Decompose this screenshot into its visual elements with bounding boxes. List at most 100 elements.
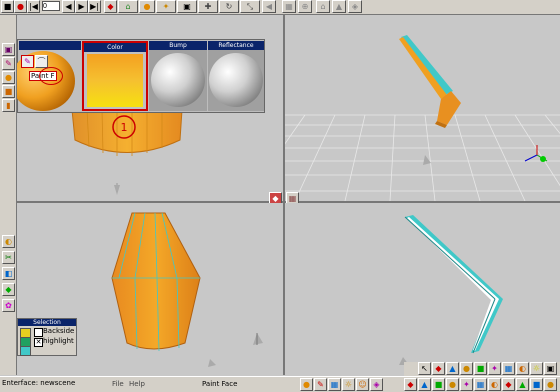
tool-sphere-icon[interactable]: ● — [2, 71, 15, 84]
eyedropper-icon[interactable]: ⌒ — [35, 55, 48, 68]
move-icon[interactable]: ✚ — [198, 0, 218, 13]
material-slot-color[interactable]: Color — [82, 41, 148, 111]
status-sphere-icon[interactable]: ● — [300, 378, 313, 391]
status-h-icon[interactable]: ◆ — [502, 378, 515, 391]
color-slot-title: Color — [84, 43, 146, 52]
render-icon[interactable]: ◆ — [104, 0, 117, 13]
fast-forward-icon[interactable]: ▶| — [88, 0, 101, 13]
material-slot-bump[interactable]: Bump — [149, 41, 207, 111]
status-b-icon[interactable]: ▲ — [418, 378, 431, 391]
forward-icon[interactable]: ▲ — [332, 0, 346, 13]
viewport-bottom-left[interactable]: Selection Backside ✕ highlight — [17, 203, 283, 375]
status-i-icon[interactable]: ▲ — [516, 378, 529, 391]
tool-b-icon[interactable]: ✂ — [2, 251, 15, 264]
paint-icon[interactable]: ● — [139, 0, 155, 13]
reflectance-slot-title: Reflectance — [208, 41, 264, 50]
tool-select-icon[interactable]: ▣ — [2, 43, 15, 56]
tool-cam-icon[interactable]: ▣ — [544, 362, 557, 375]
tool-cylinder-icon[interactable]: ▮ — [2, 99, 15, 112]
status-g-icon[interactable]: ◐ — [488, 378, 501, 391]
top-toolbar: ■ ● |◀ ◀ ▶ ▶| ◆ ⌂ ● ✦ ▣ ✚ ↻ ⤡ ◀ ▦ ⊕ ⌂ ▲ … — [0, 0, 560, 15]
material-title — [19, 41, 81, 50]
step-back-icon[interactable]: ◀ — [62, 0, 75, 13]
viewport-bottom-right[interactable] — [285, 203, 560, 375]
selection-panel: Selection Backside ✕ highlight — [17, 318, 77, 356]
material-slot-0[interactable]: ✎ ⌒ Paint F — [17, 41, 81, 111]
scale-icon[interactable]: ⤡ — [240, 0, 260, 13]
selection-swatch-teal[interactable] — [20, 346, 31, 356]
status-paint-icon[interactable]: ✎ — [314, 378, 327, 391]
rewind-icon[interactable]: |◀ — [27, 0, 40, 13]
menu-file[interactable]: File — [112, 380, 124, 388]
status-bar: Enterface: newscene File Help Paint Face… — [0, 376, 560, 392]
tool-a-icon[interactable]: ◐ — [2, 235, 15, 248]
viewport-top-right-canvas — [285, 35, 560, 201]
rotate-icon[interactable]: ↻ — [219, 0, 239, 13]
tool-group-icon[interactable]: ■ — [474, 362, 487, 375]
reflectance-sphere — [209, 53, 263, 107]
material-panel: ✎ ⌒ Paint F Color Bump Reflectance — [17, 39, 265, 113]
play-icon[interactable]: ▶ — [75, 0, 88, 13]
camera-marker-icon — [208, 359, 216, 367]
status-k-icon[interactable]: ● — [544, 378, 557, 391]
record-icon[interactable]: ● — [14, 0, 27, 13]
annotation-circle-small — [39, 67, 63, 85]
highlight-checkbox[interactable]: ✕ — [34, 338, 43, 347]
viewport-bottom-right-canvas — [399, 215, 503, 365]
object-icon[interactable]: ⌂ — [118, 0, 138, 13]
tool-brush-icon[interactable]: ✎ — [2, 57, 15, 70]
frame-input[interactable] — [42, 1, 60, 11]
selection-panel-title: Selection — [18, 319, 76, 326]
bump-slot-title: Bump — [149, 41, 207, 50]
home-icon[interactable]: ⌂ — [316, 0, 330, 13]
tool-arrow-icon[interactable]: ↖ — [418, 362, 431, 375]
bottom-icon-strip: ↖ ◆ ▲ ● ■ ✦ ▦ ◐ ☼ ▣ — [404, 362, 560, 376]
mode-text: Paint Face — [202, 380, 238, 388]
status-grid-icon[interactable]: ▦ — [328, 378, 341, 391]
view-icon[interactable]: ◈ — [348, 0, 362, 13]
status-light-icon[interactable]: ☼ — [342, 378, 355, 391]
mesh-side[interactable] — [404, 215, 503, 354]
tool-d-icon[interactable]: ◆ — [2, 283, 15, 296]
axis-gizmo-icon — [114, 183, 120, 195]
status-material-icon[interactable]: ◈ — [370, 378, 383, 391]
status-j-icon[interactable]: ■ — [530, 378, 543, 391]
camera-icon[interactable]: ▣ — [177, 0, 197, 13]
mesh-object-3d[interactable] — [399, 35, 461, 128]
viewport-top-left[interactable]: 1 ✎ ⌒ Paint F Color Bump Reflectance — [17, 15, 283, 201]
color-swatch — [87, 54, 143, 107]
zoom-icon[interactable]: ⊕ — [298, 0, 312, 13]
status-face-icon[interactable]: ☺ — [356, 378, 369, 391]
tool-cube-icon[interactable]: ■ — [2, 85, 15, 98]
annotation-marker: 1 — [121, 121, 128, 134]
highlight-label: highlight — [43, 337, 74, 345]
grid-icon[interactable]: ▦ — [282, 0, 296, 13]
tool-e-icon[interactable]: ✿ — [2, 299, 15, 312]
status-d-icon[interactable]: ● — [446, 378, 459, 391]
viewport-top-right[interactable] — [285, 15, 560, 201]
menu-help[interactable]: Help — [129, 380, 145, 388]
tool-light-icon[interactable]: ☼ — [530, 362, 543, 375]
material-slot-reflectance[interactable]: Reflectance — [208, 41, 264, 111]
left-tool-column: ▣ ✎ ● ■ ▮ ◐ ✂ ◧ ◆ ✿ — [0, 15, 17, 375]
arrow-left-icon[interactable]: ◀ — [262, 0, 276, 13]
tool-uv-icon[interactable]: ▦ — [502, 362, 515, 375]
tool-bone-icon[interactable]: ◐ — [516, 362, 529, 375]
status-text: Enterface: newscene — [2, 379, 76, 387]
stop-icon[interactable]: ■ — [1, 0, 14, 13]
status-a-icon[interactable]: ◆ — [404, 378, 417, 391]
tool-edge-icon[interactable]: ▲ — [446, 362, 459, 375]
tool-face-icon[interactable]: ◆ — [432, 362, 445, 375]
backside-checkbox[interactable] — [34, 328, 43, 337]
tool-vertex-icon[interactable]: ● — [460, 362, 473, 375]
status-e-icon[interactable]: ✦ — [460, 378, 473, 391]
backside-label: Backside — [43, 327, 75, 335]
light-icon[interactable]: ✦ — [156, 0, 176, 13]
tool-c-icon[interactable]: ◧ — [2, 267, 15, 280]
axis-gizmo-icon — [253, 333, 263, 345]
status-f-icon[interactable]: ▦ — [474, 378, 487, 391]
paint-brush-icon[interactable]: ✎ — [21, 55, 34, 68]
ground-grid — [285, 114, 560, 201]
tool-weld-icon[interactable]: ✦ — [488, 362, 501, 375]
status-c-icon[interactable]: ■ — [432, 378, 445, 391]
